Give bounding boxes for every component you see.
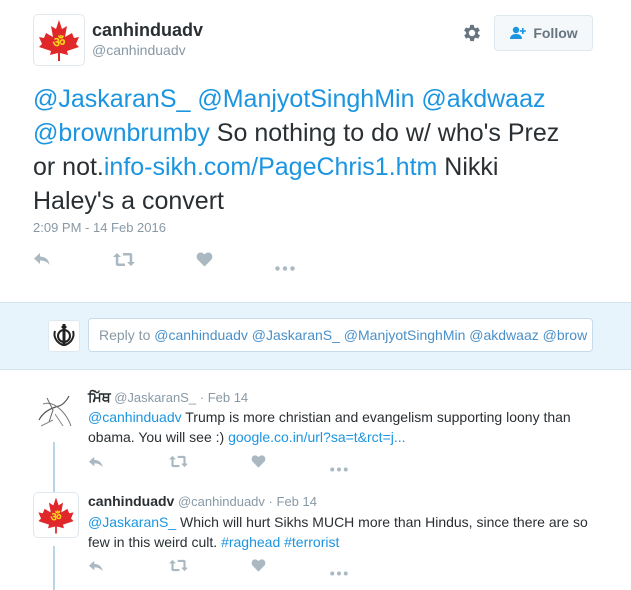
main-author-name[interactable]: canhinduadv bbox=[92, 20, 203, 41]
reply-line: @canhinduadv Trump is more christian and… bbox=[88, 407, 618, 427]
tweet-line-4: Haley's a convert bbox=[33, 184, 623, 218]
mention-links[interactable]: @JaskaranS_ @ManjyotSinghMin @akdwaaz bbox=[33, 85, 545, 113]
more-dots-icon bbox=[330, 467, 348, 472]
reply-author-handle[interactable]: @canhinduadv bbox=[178, 494, 265, 509]
reply-header: ਮਿੱਥ @JaskaranS_ · Feb 14 bbox=[88, 389, 248, 406]
separator-dot: · bbox=[268, 494, 273, 509]
reply-author-avatar[interactable] bbox=[33, 390, 75, 432]
tweet-text-fragment: or not. bbox=[33, 153, 104, 181]
svg-text:ॐ: ॐ bbox=[50, 510, 61, 524]
reply-line: @JaskaranS_ Which will hurt Sikhs MUCH m… bbox=[88, 512, 623, 532]
reply-action[interactable] bbox=[33, 251, 51, 272]
reply-header: canhinduadv @canhinduadv · Feb 14 bbox=[88, 493, 317, 509]
reply-to-mentions: @canhinduadv @JaskaranS_ @ManjyotSinghMi… bbox=[154, 327, 588, 343]
reply-text: @canhinduadv Trump is more christian and… bbox=[88, 407, 618, 447]
reply-date[interactable]: Feb 14 bbox=[277, 494, 317, 509]
maple-leaf-om-icon: ॐ bbox=[39, 20, 79, 61]
more-dots-icon bbox=[330, 571, 348, 576]
main-author-handle[interactable]: @canhinduadv bbox=[92, 42, 186, 58]
like-action[interactable] bbox=[196, 252, 213, 272]
follow-label: Follow bbox=[533, 25, 578, 41]
retweet-action[interactable] bbox=[113, 252, 135, 272]
heart-icon bbox=[251, 455, 266, 468]
reply-arrow-icon bbox=[89, 560, 103, 572]
tweet-line-2: @brownbrumby So nothing to do w/ who's P… bbox=[33, 116, 623, 150]
more-dots-icon bbox=[275, 266, 295, 271]
reply-text-fragment: Trump is more christian and evangelism s… bbox=[181, 409, 571, 425]
separator-dot: · bbox=[199, 390, 205, 405]
svg-text:ॐ: ॐ bbox=[53, 34, 66, 51]
reply-input[interactable]: Reply to @canhinduadv @JaskaranS_ @Manjy… bbox=[88, 318, 593, 352]
maple-leaf-om-icon: ॐ bbox=[38, 497, 74, 534]
mention-link[interactable]: @JaskaranS_ bbox=[88, 514, 176, 530]
reply-action[interactable] bbox=[88, 559, 104, 578]
gear-icon bbox=[464, 24, 480, 42]
heart-icon bbox=[251, 559, 266, 572]
thread-connector bbox=[53, 546, 55, 590]
reply-author-avatar[interactable]: ॐ bbox=[33, 492, 79, 538]
reply-line: few in this weird cult. #raghead #terror… bbox=[88, 532, 623, 552]
reply-text-fragment: obama. You will see :) bbox=[88, 429, 229, 445]
reply-line: obama. You will see :) google.co.in/url?… bbox=[88, 427, 618, 447]
main-tweet-text: @JaskaranS_ @ManjyotSinghMin @akdwaaz @b… bbox=[33, 82, 623, 218]
reply-text-fragment: few in this weird cult. bbox=[88, 534, 222, 550]
retweet-action[interactable] bbox=[169, 455, 188, 473]
khanda-icon bbox=[53, 324, 75, 346]
current-user-avatar bbox=[48, 320, 80, 352]
tweet-line-3: or not.info-sikh.com/PageChris1.htm Nikk… bbox=[33, 150, 623, 184]
reply-date[interactable]: Feb 14 bbox=[208, 390, 248, 405]
reply-to-label: Reply to bbox=[99, 327, 155, 343]
retweet-icon bbox=[169, 559, 188, 572]
url-link[interactable]: google.co.in/url?sa=t&rct=j... bbox=[228, 429, 405, 445]
reply-author-name[interactable]: ਮਿੱਥ bbox=[88, 389, 111, 405]
settings-button[interactable] bbox=[461, 22, 483, 44]
heart-icon bbox=[196, 252, 213, 267]
reply-author-name[interactable]: canhinduadv bbox=[88, 493, 174, 509]
add-user-icon bbox=[510, 26, 527, 39]
reply-author-handle[interactable]: @JaskaranS_ bbox=[114, 390, 196, 405]
like-action[interactable] bbox=[251, 559, 266, 577]
more-action[interactable] bbox=[330, 459, 348, 477]
mention-link[interactable]: @brownbrumby bbox=[33, 119, 210, 147]
tweet-line-1: @JaskaranS_ @ManjyotSinghMin @akdwaaz bbox=[33, 82, 623, 116]
reply-text-fragment: Which will hurt Sikhs MUCH more than Hin… bbox=[176, 514, 588, 530]
tweet-timestamp[interactable]: 2:09 PM - 14 Feb 2016 bbox=[33, 220, 166, 235]
sketch-avatar-icon bbox=[38, 395, 72, 427]
tweet-text-fragment: Haley's a convert bbox=[33, 187, 224, 215]
reply-action[interactable] bbox=[88, 455, 104, 474]
retweet-icon bbox=[113, 253, 135, 266]
mention-link[interactable]: @canhinduadv bbox=[88, 409, 182, 425]
url-link[interactable]: info-sikh.com/PageChris1.htm bbox=[104, 153, 437, 181]
hashtag-link[interactable]: #terrorist bbox=[284, 534, 339, 550]
main-author-avatar[interactable]: ॐ bbox=[33, 14, 85, 66]
like-action[interactable] bbox=[251, 455, 266, 473]
retweet-icon bbox=[169, 455, 188, 468]
retweet-action[interactable] bbox=[169, 559, 188, 577]
tweet-text-fragment: So nothing to do w/ who's Prez bbox=[209, 119, 560, 147]
thread-connector bbox=[53, 442, 55, 492]
follow-button[interactable]: Follow bbox=[494, 15, 593, 51]
reply-arrow-icon bbox=[34, 253, 50, 265]
reply-arrow-icon bbox=[89, 456, 103, 468]
hashtag-link[interactable]: #raghead bbox=[221, 534, 280, 550]
more-action[interactable] bbox=[330, 563, 348, 581]
reply-text: @JaskaranS_ Which will hurt Sikhs MUCH m… bbox=[88, 512, 623, 552]
tweet-text-fragment: Nikki bbox=[437, 153, 499, 181]
more-action[interactable] bbox=[275, 258, 295, 276]
